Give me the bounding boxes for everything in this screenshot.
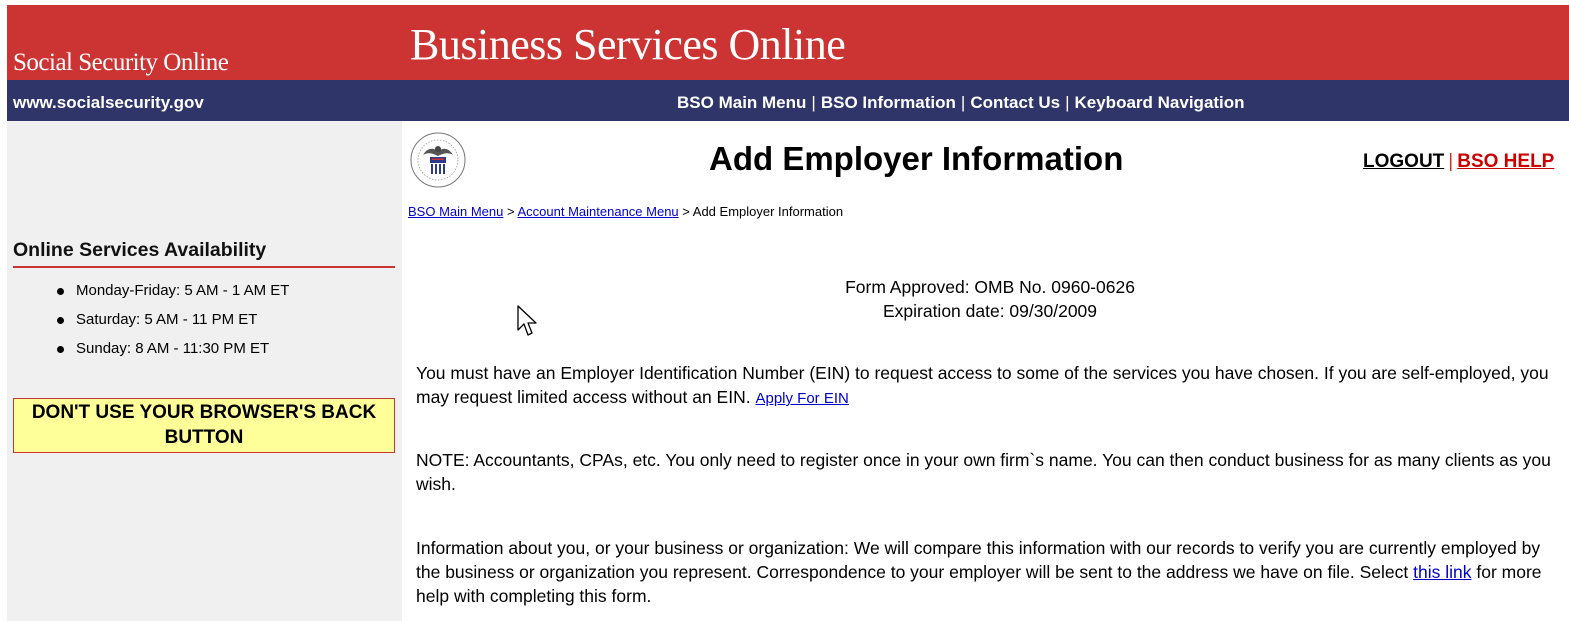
availability-divider: [13, 266, 395, 268]
nav-bso-information[interactable]: BSO Information: [821, 93, 956, 112]
omb-approval: Form Approved: OMB No. 0960-0626 Expirat…: [690, 275, 1290, 323]
help-this-link[interactable]: this link: [1413, 562, 1471, 582]
nav-label-part: BSO: [677, 93, 719, 112]
back-button-warning: DON'T USE YOUR BROWSER'S BACK BUTTON: [13, 398, 395, 453]
nav-label-part: s: [1050, 93, 1061, 112]
availability-hours-list: Monday-Friday: 5 AM - 1 AM ET Saturday: …: [7, 281, 289, 368]
nav-label-part: avigation: [1169, 93, 1245, 112]
breadcrumb-separator: >: [682, 204, 690, 219]
top-links: LOGOUT | BSO HELP: [1363, 151, 1554, 173]
site-url-part: www.: [13, 93, 57, 112]
info-paragraph: Information about you, or your business …: [416, 536, 1556, 608]
list-item: Monday-Friday: 5 AM - 1 AM ET: [7, 281, 289, 310]
nav-separator: |: [960, 93, 966, 112]
breadcrumb: BSO Main Menu > Account Maintenance Menu…: [408, 204, 843, 219]
nav-label-part: ain Menu: [732, 93, 807, 112]
ssa-seal-icon: [410, 132, 466, 188]
site-url-part: ocialsecurity.gov: [66, 93, 204, 112]
nav-separator: |: [811, 93, 816, 112]
breadcrumb-bso-main-menu[interactable]: BSO Main Menu: [408, 204, 503, 219]
warning-line: DON'T USE YOUR BROWSER'S BACK: [31, 402, 377, 423]
nav-separator: |: [1065, 93, 1070, 112]
sidebar: Online Services Availability Monday-Frid…: [7, 121, 402, 621]
apply-for-ein-link[interactable]: Apply For EIN: [755, 390, 848, 407]
omb-number: Form Approved: OMB No. 0960-0626: [845, 277, 1135, 297]
nav-keyboard-navigation[interactable]: Keyboard Navigation: [1075, 93, 1245, 112]
availability-title: Online Services Availability: [13, 239, 267, 261]
logout-link[interactable]: LOGOUT: [1363, 151, 1444, 172]
page-gutter: [0, 0, 7, 621]
breadcrumb-current: Add Employer Information: [692, 204, 844, 219]
bso-help-link[interactable]: BSO HELP: [1457, 151, 1554, 172]
nav-accesskey: M: [718, 93, 733, 112]
nav-label-part: BSO: [820, 93, 863, 112]
site-header: Social Security Online Business Services…: [7, 5, 1569, 80]
link-separator: |: [1448, 151, 1454, 172]
nav-label-part: nformation: [867, 93, 956, 112]
site-url-accesskey: s: [56, 93, 67, 112]
app-title: Business Services Online: [410, 20, 846, 69]
warning-line: BUTTON: [164, 427, 244, 448]
site-url-link[interactable]: www.socialsecurity.gov: [13, 93, 204, 113]
ein-paragraph: You must have an Employer Identification…: [416, 361, 1556, 411]
nav-bso-main-menu[interactable]: BSO Main Menu: [677, 93, 806, 112]
mouse-pointer-icon: [517, 305, 537, 336]
nav-label-part: Keyboard: [1074, 93, 1158, 112]
nav-label-part: Contact: [970, 93, 1039, 112]
list-item: Saturday: 5 AM - 11 PM ET: [7, 310, 289, 339]
page-title: Add Employer Information: [709, 140, 1124, 177]
list-item: Sunday: 8 AM - 11:30 PM ET: [7, 339, 289, 368]
site-name[interactable]: Social Security Online: [13, 49, 229, 77]
expiration-date: Expiration date: 09/30/2009: [882, 301, 1098, 321]
info-text: Information about you, or your business …: [416, 538, 1541, 582]
breadcrumb-account-maintenance-menu[interactable]: Account Maintenance Menu: [518, 204, 679, 219]
breadcrumb-separator: >: [507, 204, 515, 219]
note-paragraph: NOTE: Accountants, CPAs, etc. You only n…: [416, 450, 1551, 494]
nav-bar: www.socialsecurity.gov BSO Main Menu | BSO…: [7, 80, 1569, 121]
nav-links: BSO Main Menu | BSO Information | Contact Us…: [677, 93, 1245, 113]
nav-accesskey: U: [1038, 93, 1051, 112]
nav-contact-us[interactable]: Contact Us: [970, 93, 1060, 112]
nav-accesskey: N: [1157, 93, 1170, 112]
ein-text: You must have an Employer Identification…: [416, 363, 1549, 407]
